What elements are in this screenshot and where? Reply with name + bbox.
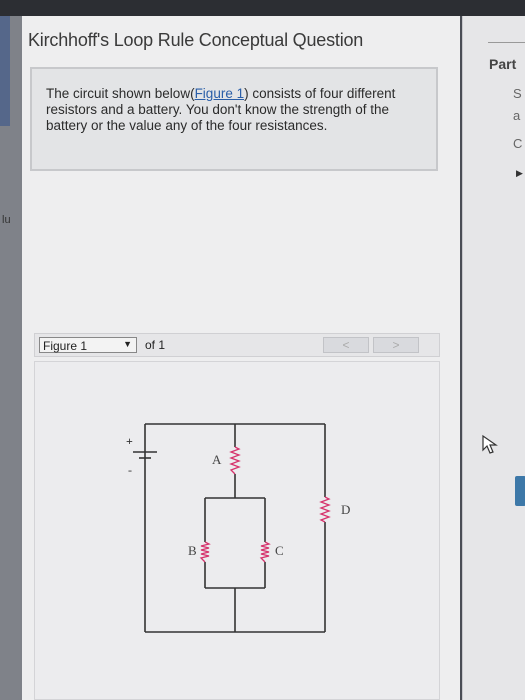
right-panel-fragment: a xyxy=(513,108,521,123)
figure-toolbar: Figure 1 ▼ of 1 < > xyxy=(34,333,440,357)
next-figure-button[interactable]: > xyxy=(373,337,419,353)
figure-link[interactable]: Figure 1 xyxy=(195,86,245,101)
battery-plus-label: + xyxy=(126,434,133,448)
question-panel: Kirchhoff's Loop Rule Conceptual Questio… xyxy=(22,16,460,700)
figure-select-value: Figure 1 xyxy=(43,339,88,353)
figure-select[interactable]: Figure 1 ▼ xyxy=(39,337,137,353)
resistor-label-c: C xyxy=(275,543,284,558)
window-top-bar xyxy=(0,0,525,16)
chevron-right-icon: > xyxy=(392,338,400,352)
resistor-c xyxy=(259,541,271,563)
resistor-label-b: B xyxy=(188,543,197,558)
side-tab[interactable] xyxy=(515,476,525,506)
battery-minus-label: - xyxy=(128,463,132,477)
right-panel-fragment: C xyxy=(513,136,523,151)
battery: + - xyxy=(126,424,157,477)
resistor-label-a: A xyxy=(212,452,222,467)
resistor-a xyxy=(229,446,241,475)
question-text: The circuit shown below(Figure 1) consis… xyxy=(46,86,406,134)
question-text-start: The circuit shown below( xyxy=(46,86,195,101)
right-panel-fragment: S xyxy=(513,86,522,101)
question-box: The circuit shown below(Figure 1) consis… xyxy=(30,67,438,171)
cursor-icon xyxy=(482,434,498,454)
chevron-left-icon: < xyxy=(342,338,350,352)
question-title: Kirchhoff's Loop Rule Conceptual Questio… xyxy=(28,30,364,50)
right-panel-divider xyxy=(488,42,525,43)
dropdown-arrow-icon: ▼ xyxy=(123,339,132,349)
resistor-d xyxy=(319,496,331,523)
resistor-b xyxy=(199,541,211,563)
left-panel-accent xyxy=(0,16,10,126)
resistor-label-d: D xyxy=(341,502,350,517)
figure-count: of 1 xyxy=(145,338,166,352)
left-panel: lu xyxy=(0,16,22,700)
part-label[interactable]: Part xyxy=(489,56,516,72)
figure-area: + - A B C D xyxy=(34,361,440,700)
left-panel-fragment: lu xyxy=(2,214,11,226)
circuit-diagram: + - A B C D xyxy=(126,423,350,633)
expand-arrow-icon[interactable]: ▶ xyxy=(516,168,523,179)
prev-figure-button[interactable]: < xyxy=(323,337,369,353)
right-panel: Part S a C ▶ xyxy=(462,16,525,700)
circuit-wires xyxy=(144,423,326,633)
figure-nav-buttons: < > xyxy=(323,337,419,353)
